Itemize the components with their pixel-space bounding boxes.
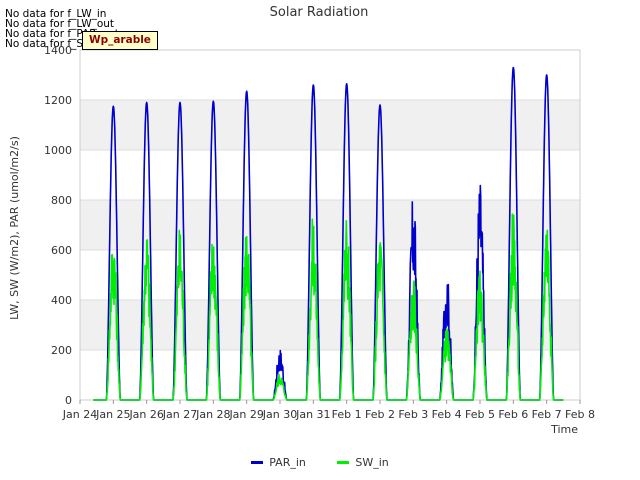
- x-tick-label: Jan 29: [228, 408, 263, 421]
- x-tick-label: Feb 2: [365, 408, 395, 421]
- y-tick-label: 600: [51, 244, 72, 257]
- x-tick-label: Feb 4: [432, 408, 462, 421]
- background-band: [80, 100, 580, 150]
- background-band: [80, 300, 580, 350]
- legend-swatch-par-in: [251, 461, 264, 464]
- x-tick-label: Feb 1: [332, 408, 362, 421]
- legend-item-par-in: PAR_in: [251, 456, 306, 469]
- background-band: [80, 350, 580, 400]
- x-tick-label: Feb 8: [565, 408, 595, 421]
- plot-background-bands: [80, 50, 580, 400]
- x-axis-ticks: Jan 24Jan 25Jan 26Jan 27Jan 28Jan 29Jan …: [62, 400, 595, 421]
- y-tick-label: 1200: [44, 94, 72, 107]
- legend-item-sw-in: SW_in: [337, 456, 389, 469]
- x-tick-label: Jan 28: [195, 408, 230, 421]
- chart-title: Solar Radiation: [270, 5, 369, 20]
- y-tick-label: 1000: [44, 144, 72, 157]
- y-tick-label: 200: [51, 344, 72, 357]
- site-tag: Wp_arable: [82, 31, 158, 50]
- solar-radiation-chart: 0200400600800100012001400 Jan 24Jan 25Ja…: [8, 5, 595, 436]
- y-tick-label: 400: [51, 294, 72, 307]
- background-band: [80, 150, 580, 200]
- y-axis-ticks: 0 200 400 600 800 1000 1200 1400: [44, 44, 72, 407]
- background-band: [80, 200, 580, 250]
- x-tick-label: Jan 30: [262, 408, 297, 421]
- x-tick-label: Jan 24: [62, 408, 97, 421]
- y-tick-label: 800: [51, 194, 72, 207]
- background-band: [80, 50, 580, 100]
- y-tick-label: 1400: [44, 44, 72, 57]
- x-tick-label: Feb 3: [398, 408, 428, 421]
- legend-label-par-in: PAR_in: [269, 456, 306, 469]
- x-tick-label: Jan 26: [128, 408, 163, 421]
- background-band: [80, 250, 580, 300]
- x-tick-label: Jan 25: [95, 408, 130, 421]
- y-tick-label: 0: [65, 394, 72, 407]
- legend: PAR_in SW_in: [0, 454, 640, 469]
- legend-label-sw-in: SW_in: [355, 456, 389, 469]
- legend-swatch-sw-in: [337, 461, 350, 464]
- y-axis-label: LW, SW (W/m2), PAR (umol/m2/s): [8, 136, 21, 320]
- x-tick-label: Jan 31: [295, 408, 330, 421]
- x-axis-label: Time: [550, 423, 578, 436]
- x-tick-label: Feb 6: [498, 408, 528, 421]
- x-tick-label: Feb 7: [532, 408, 562, 421]
- x-tick-label: Feb 5: [465, 408, 495, 421]
- x-tick-label: Jan 27: [162, 408, 197, 421]
